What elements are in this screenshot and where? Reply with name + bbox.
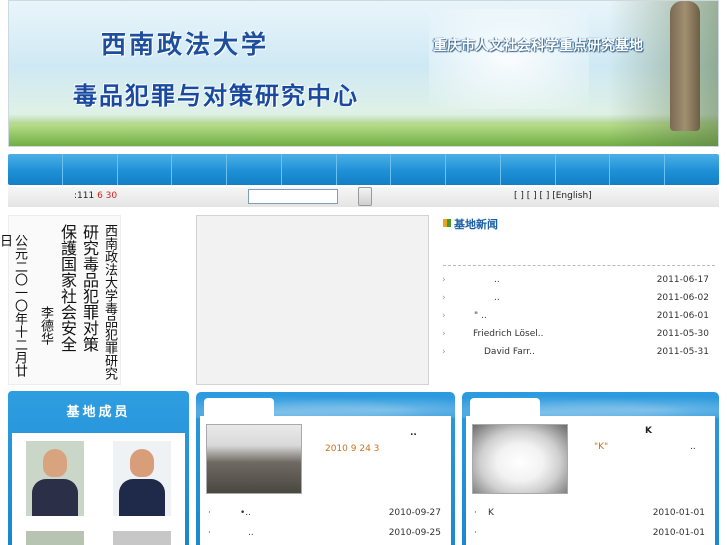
activities-panel: .. 2010 9 24 3 · •.. 2010-09-27 · .. 201… bbox=[196, 392, 455, 545]
panel-body: K "K" .. · K 2010-01-01 · 2010-01-01 bbox=[466, 416, 715, 545]
banner-sky-glow bbox=[429, 9, 589, 109]
featured-title[interactable]: .. bbox=[410, 428, 417, 438]
news-item-title[interactable]: David Farr.. bbox=[484, 347, 535, 357]
calligraphy-date: 公元二〇一〇年十二月廿日 bbox=[0, 234, 27, 377]
list-bullet: · bbox=[208, 528, 211, 538]
nav-item[interactable] bbox=[501, 154, 556, 185]
list-item-title[interactable]: K bbox=[488, 508, 494, 518]
member-face bbox=[130, 449, 154, 477]
language-links[interactable]: [ ] [ ] [ ] [English] bbox=[514, 191, 592, 201]
news-divider bbox=[443, 265, 715, 266]
news-item-date: 2011-06-01 bbox=[656, 311, 709, 321]
research-base-name: 重庆市人文社会科学重点研究基地 bbox=[433, 38, 643, 54]
members-photos bbox=[12, 433, 185, 545]
panel-body: .. 2010 9 24 3 · •.. 2010-09-27 · .. 201… bbox=[200, 416, 451, 545]
search-input[interactable] bbox=[248, 189, 338, 204]
members-title: 基地成员 bbox=[66, 405, 131, 420]
news-item-title[interactable]: " .. bbox=[474, 311, 487, 321]
list-item[interactable]: · •.. 2010-09-27 bbox=[200, 508, 451, 522]
news-item-date: 2011-06-17 bbox=[656, 275, 709, 285]
news-item[interactable]: › " .. 2011-06-01 bbox=[440, 311, 715, 325]
nav-item[interactable] bbox=[337, 154, 392, 185]
banner-tree-foliage bbox=[608, 1, 718, 146]
news-bullet: › bbox=[442, 311, 446, 321]
center-name: 毒品犯罪与对策研究中心 bbox=[73, 81, 359, 110]
nav-item[interactable] bbox=[63, 154, 118, 185]
nav-item[interactable] bbox=[227, 154, 282, 185]
nav-item[interactable] bbox=[610, 154, 666, 185]
list-item[interactable]: · .. 2010-09-25 bbox=[200, 528, 451, 542]
search-button[interactable] bbox=[358, 187, 372, 206]
banner-tree-trunk bbox=[670, 1, 700, 131]
nav-item[interactable] bbox=[665, 154, 719, 185]
news-item-date: 2011-06-02 bbox=[656, 293, 709, 303]
member-photo[interactable] bbox=[26, 441, 84, 516]
list-bullet: · bbox=[208, 508, 211, 518]
featured-more[interactable]: .. bbox=[690, 442, 696, 452]
news-bullet: › bbox=[442, 293, 446, 303]
nav-item[interactable] bbox=[391, 154, 447, 185]
list-bullet: · bbox=[474, 528, 477, 538]
nav-item[interactable] bbox=[556, 154, 611, 185]
list-item[interactable]: · K 2010-01-01 bbox=[466, 508, 715, 522]
nav-item[interactable] bbox=[8, 154, 63, 185]
list-item-title[interactable]: .. bbox=[248, 528, 254, 538]
visit-counter-label: :111 bbox=[74, 191, 95, 201]
news-item[interactable]: › David Farr.. 2011-05-31 bbox=[440, 347, 715, 361]
members-panel: 基地成员 bbox=[8, 391, 189, 545]
university-name: 西南政法大学 bbox=[101, 30, 270, 59]
panel-tab[interactable] bbox=[470, 398, 540, 416]
calligraphy-image: 西南政法大学毒品犯罪研究 研究毒品犯罪对策 保護国家社会安全 李德华 公元二〇一… bbox=[0, 215, 121, 385]
news-item[interactable]: › .. 2011-06-17 bbox=[440, 275, 715, 289]
member-photo[interactable] bbox=[26, 531, 84, 545]
nav-item[interactable] bbox=[446, 154, 501, 185]
calligraphy-column: 保護国家社会安全 bbox=[58, 224, 77, 352]
news-item-date: 2011-05-30 bbox=[656, 329, 709, 339]
media-box bbox=[196, 215, 429, 385]
visit-counter-value: 6 30 bbox=[94, 191, 118, 201]
news-item-title[interactable]: .. bbox=[494, 293, 500, 303]
research-panel: K "K" .. · K 2010-01-01 · 2010-01-01 bbox=[462, 392, 719, 545]
news-item-title[interactable]: Friedrich Lösel.. bbox=[473, 329, 544, 339]
visit-counter: :111 6 30 bbox=[74, 191, 117, 201]
member-face bbox=[43, 449, 67, 477]
list-item-date: 2010-01-01 bbox=[652, 508, 705, 518]
nav-item[interactable] bbox=[282, 154, 337, 185]
news-bullet: › bbox=[442, 275, 446, 285]
news-bullet: › bbox=[442, 347, 446, 357]
drug-powder-photo[interactable] bbox=[472, 424, 568, 494]
news-item[interactable]: › Friedrich Lösel.. 2011-05-30 bbox=[440, 329, 715, 343]
member-photo[interactable] bbox=[113, 531, 171, 545]
nav-item[interactable] bbox=[172, 154, 228, 185]
news-item-title[interactable]: .. bbox=[494, 275, 500, 285]
panel-tab[interactable] bbox=[204, 398, 274, 416]
member-suit bbox=[119, 479, 165, 516]
calligraphy-column: 西南政法大学毒品犯罪研究 bbox=[102, 224, 117, 380]
news-section: 基地新闻 › .. 2011-06-17 › .. 2011-06-02 › "… bbox=[440, 213, 719, 385]
event-photo[interactable] bbox=[206, 424, 302, 494]
list-item[interactable]: · 2010-01-01 bbox=[466, 528, 715, 542]
news-bullet: › bbox=[442, 329, 446, 339]
nav-item[interactable] bbox=[118, 154, 173, 185]
list-item-date: 2010-09-27 bbox=[388, 508, 441, 518]
featured-title[interactable]: K bbox=[645, 426, 652, 436]
news-item[interactable]: › .. 2011-06-02 bbox=[440, 293, 715, 307]
list-bullet: · bbox=[474, 508, 477, 518]
news-item-date: 2011-05-31 bbox=[656, 347, 709, 357]
info-bar: :111 6 30 [ ] [ ] [ ] [English] bbox=[8, 187, 719, 207]
header-banner: 西南政法大学 毒品犯罪与对策研究中心 重庆市人文社会科学重点研究基地 bbox=[8, 0, 719, 147]
main-nav bbox=[8, 154, 719, 185]
featured-subtitle: "K" bbox=[594, 442, 609, 452]
member-photo[interactable] bbox=[113, 441, 171, 516]
calligraphy-column: 研究毒品犯罪对策 bbox=[80, 224, 99, 352]
calligraphy-signature: 李德华 bbox=[38, 306, 53, 345]
featured-subtitle: 2010 9 24 3 bbox=[325, 444, 380, 454]
list-item-title[interactable]: •.. bbox=[240, 508, 251, 518]
list-item-date: 2010-09-25 bbox=[388, 528, 441, 538]
list-item-date: 2010-01-01 bbox=[652, 528, 705, 538]
member-suit bbox=[32, 479, 78, 516]
news-title: 基地新闻 bbox=[454, 218, 498, 231]
